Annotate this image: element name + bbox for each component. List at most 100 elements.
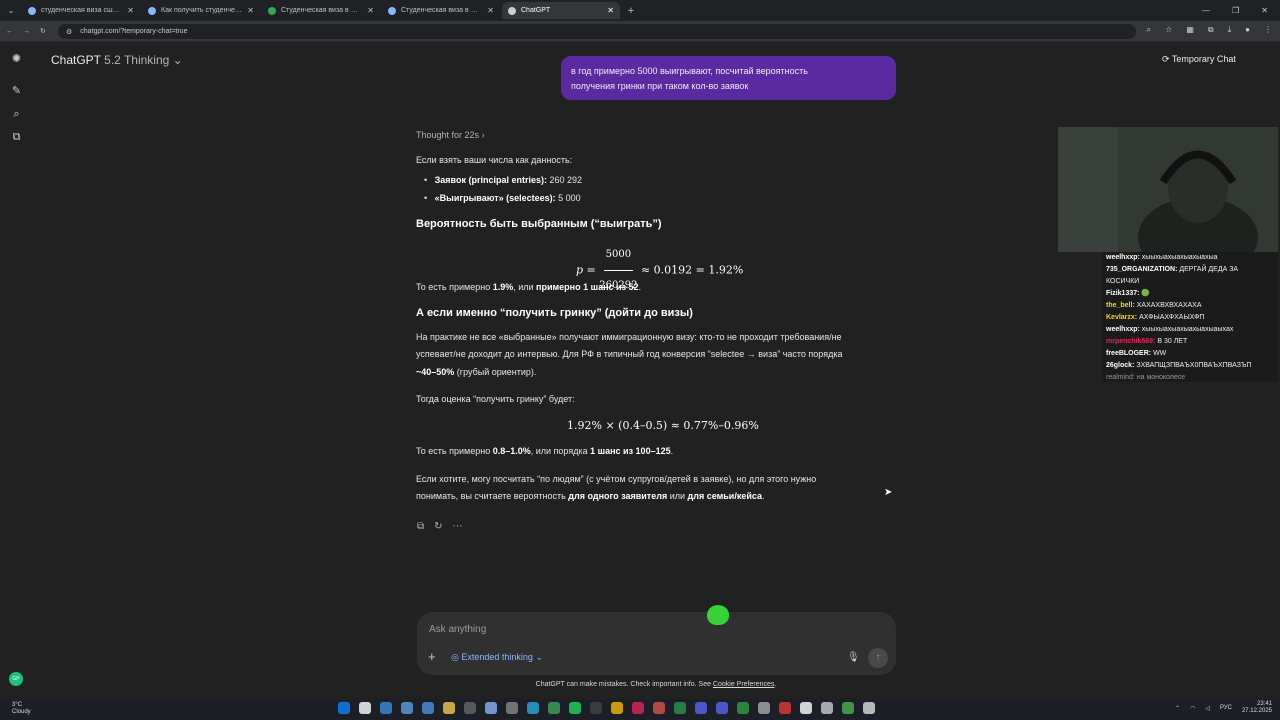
extensions-icon[interactable]: ⧉: [1208, 25, 1214, 35]
bullet-value: 260 292: [546, 175, 583, 185]
taskbar-app-icon[interactable]: [695, 702, 707, 714]
browser-tab-1[interactable]: студенческая виза сша учитс... ✕: [22, 2, 140, 19]
browser-toolbar: ⌕ ☆ ▦ ⧉ ⤓ ● ⋮: [1147, 25, 1272, 35]
taskbar-app-icon[interactable]: [359, 702, 371, 714]
tab-search-icon[interactable]: ⌄: [0, 6, 22, 15]
taskbar-app-icon[interactable]: [632, 702, 644, 714]
close-tab-icon[interactable]: ✕: [367, 6, 374, 15]
close-tab-icon[interactable]: ✕: [127, 6, 134, 15]
taskbar-app-icon[interactable]: [674, 702, 686, 714]
taskbar-app-icon[interactable]: [422, 702, 434, 714]
close-tab-icon[interactable]: ✕: [487, 6, 494, 15]
disclaimer-end: .: [774, 681, 777, 688]
chat-text: хыыхыахыахыахыахыа: [1139, 254, 1218, 261]
taskbar-app-icon[interactable]: [338, 702, 350, 714]
browser-tab-2[interactable]: Как получить студенческую в... ✕: [142, 2, 260, 19]
system-tray: ⌃ ◠ ◁ РУС 23:41 27.12.2025: [1175, 701, 1272, 715]
mouse-cursor-icon: ➤: [884, 487, 893, 498]
site-info-icon[interactable]: ⚙: [66, 28, 72, 36]
taskbar-app-icon[interactable]: [758, 702, 770, 714]
taskbar-app-icon[interactable]: [506, 702, 518, 714]
taskbar-app-icon[interactable]: [653, 702, 665, 714]
text-run-bold: для семьи/кейса: [687, 491, 762, 501]
taskbar-app-icon[interactable]: [380, 702, 392, 714]
taskbar-app-icon[interactable]: [716, 702, 728, 714]
zoom-icon[interactable]: ⌕: [1147, 25, 1151, 35]
cookie-preferences-link[interactable]: Cookie Preferences: [713, 681, 774, 688]
temporary-chat-toggle[interactable]: ⟳ Temporary Chat: [1162, 54, 1236, 65]
openai-logo-icon[interactable]: ✺: [10, 53, 23, 66]
bullet-label: «Выигрывают» (selectees):: [434, 193, 556, 203]
taskbar-app-icon[interactable]: [611, 702, 623, 714]
model-selector[interactable]: ChatGPT 5.2 Thinking ⌄: [51, 53, 183, 67]
clock[interactable]: 23:41 27.12.2025: [1242, 701, 1272, 715]
chat-text: 🟢: [1139, 290, 1151, 297]
browser-tab-4[interactable]: Студенческая виза в США: св... ✕: [382, 2, 500, 19]
weather-condition: Cloudy: [12, 709, 31, 715]
language-indicator[interactable]: РУС: [1220, 705, 1232, 711]
wifi-icon[interactable]: ◠: [1190, 705, 1195, 712]
extended-thinking-button[interactable]: ◎ Extended thinking ⌄: [451, 652, 543, 663]
profile-icon[interactable]: ●: [1245, 25, 1250, 35]
taskbar-app-icon[interactable]: [863, 702, 875, 714]
taskbar-app-icon[interactable]: [443, 702, 455, 714]
new-tab-button[interactable]: +: [622, 5, 640, 17]
send-button[interactable]: ↑: [868, 648, 888, 668]
chat-message: mrpenchik669: В 30 ЛЕТ: [1106, 336, 1274, 348]
address-bar-row: ← → ↻ ⚙ chatgpt.com/?temporary-chat=true…: [0, 21, 1280, 42]
taskbar-app-icon[interactable]: [401, 702, 413, 714]
close-tab-icon[interactable]: ✕: [247, 6, 254, 15]
close-tab-icon[interactable]: ✕: [607, 6, 614, 15]
chat-username: the_bell:: [1106, 302, 1135, 309]
menu-icon[interactable]: ⋮: [1264, 25, 1272, 35]
regenerate-icon[interactable]: ↻: [434, 521, 442, 532]
bullet-value: 5 000: [555, 193, 581, 203]
minimize-icon[interactable]: —: [1202, 6, 1210, 15]
taskbar-app-icon[interactable]: [527, 702, 539, 714]
browser-tab-chatgpt[interactable]: ChatGPT ✕: [502, 2, 620, 19]
tray-chevron-icon[interactable]: ⌃: [1175, 705, 1180, 712]
taskbar-app-icon[interactable]: [569, 702, 581, 714]
new-chat-icon[interactable]: ✎: [10, 85, 23, 98]
thought-label: Thought for 22s: [416, 130, 480, 140]
library-icon[interactable]: ⧉: [10, 131, 23, 144]
text-run-bold: примерно 1 шанс из 52: [536, 282, 639, 292]
taskbar-app-icon[interactable]: [464, 702, 476, 714]
url-field[interactable]: ⚙ chatgpt.com/?temporary-chat=true: [58, 24, 1136, 39]
taskbar-app-icon[interactable]: [548, 702, 560, 714]
model-version: 5.2 Thinking: [104, 53, 170, 67]
result-line: То есть примерно 0.8–1.0%, или порядка 1…: [416, 443, 673, 460]
chat-message: 735_ORGANIZATION: ДЕРГАЙ ДЕДА ЗА: [1106, 264, 1274, 276]
back-icon[interactable]: ←: [6, 28, 13, 35]
taskbar-app-icon[interactable]: [842, 702, 854, 714]
taskbar-app-icon[interactable]: [737, 702, 749, 714]
thought-toggle[interactable]: Thought for 22s ›: [416, 127, 485, 144]
add-attachment-icon[interactable]: +: [428, 649, 436, 664]
maximize-icon[interactable]: ❐: [1232, 6, 1239, 15]
taskbar-app-icon[interactable]: [779, 702, 791, 714]
taskbar-app-icon[interactable]: [821, 702, 833, 714]
reload-icon[interactable]: ↻: [40, 27, 46, 35]
paragraph-line: На практике не все «выбранные» получают …: [416, 332, 842, 342]
taskbar-apps: [338, 702, 875, 714]
text-run: .: [638, 282, 642, 292]
bookmark-star-icon[interactable]: ☆: [1165, 25, 1172, 35]
extension-icon[interactable]: ▦: [1186, 25, 1194, 35]
copy-icon[interactable]: ⧉: [417, 521, 424, 532]
search-icon[interactable]: ⌕: [10, 108, 23, 121]
message-input[interactable]: Ask anything: [429, 624, 486, 635]
microphone-icon[interactable]: 🎙: [847, 652, 860, 663]
taskbar-app-icon[interactable]: [800, 702, 812, 714]
browser-tab-3[interactable]: Студенческая виза в США - к... ✕: [262, 2, 380, 19]
more-options-icon[interactable]: ⋯: [453, 521, 463, 532]
forward-icon[interactable]: →: [23, 28, 30, 35]
taskbar-app-icon[interactable]: [590, 702, 602, 714]
weather-widget[interactable]: 3°C Cloudy: [12, 702, 31, 716]
volume-icon[interactable]: ◁: [1205, 705, 1210, 712]
taskbar-app-icon[interactable]: [485, 702, 497, 714]
download-icon[interactable]: ⤓: [1228, 25, 1232, 35]
close-window-icon[interactable]: ✕: [1261, 6, 1268, 15]
chat-username: mrpenchik669:: [1106, 338, 1156, 345]
browser-tab-bar: ⌄ студенческая виза сша учитс... ✕ Как по…: [0, 0, 1280, 21]
chat-text: ЗХВАПЩЗПВАЪХ0ПВАЪХПВАЗЪП: [1134, 362, 1252, 369]
